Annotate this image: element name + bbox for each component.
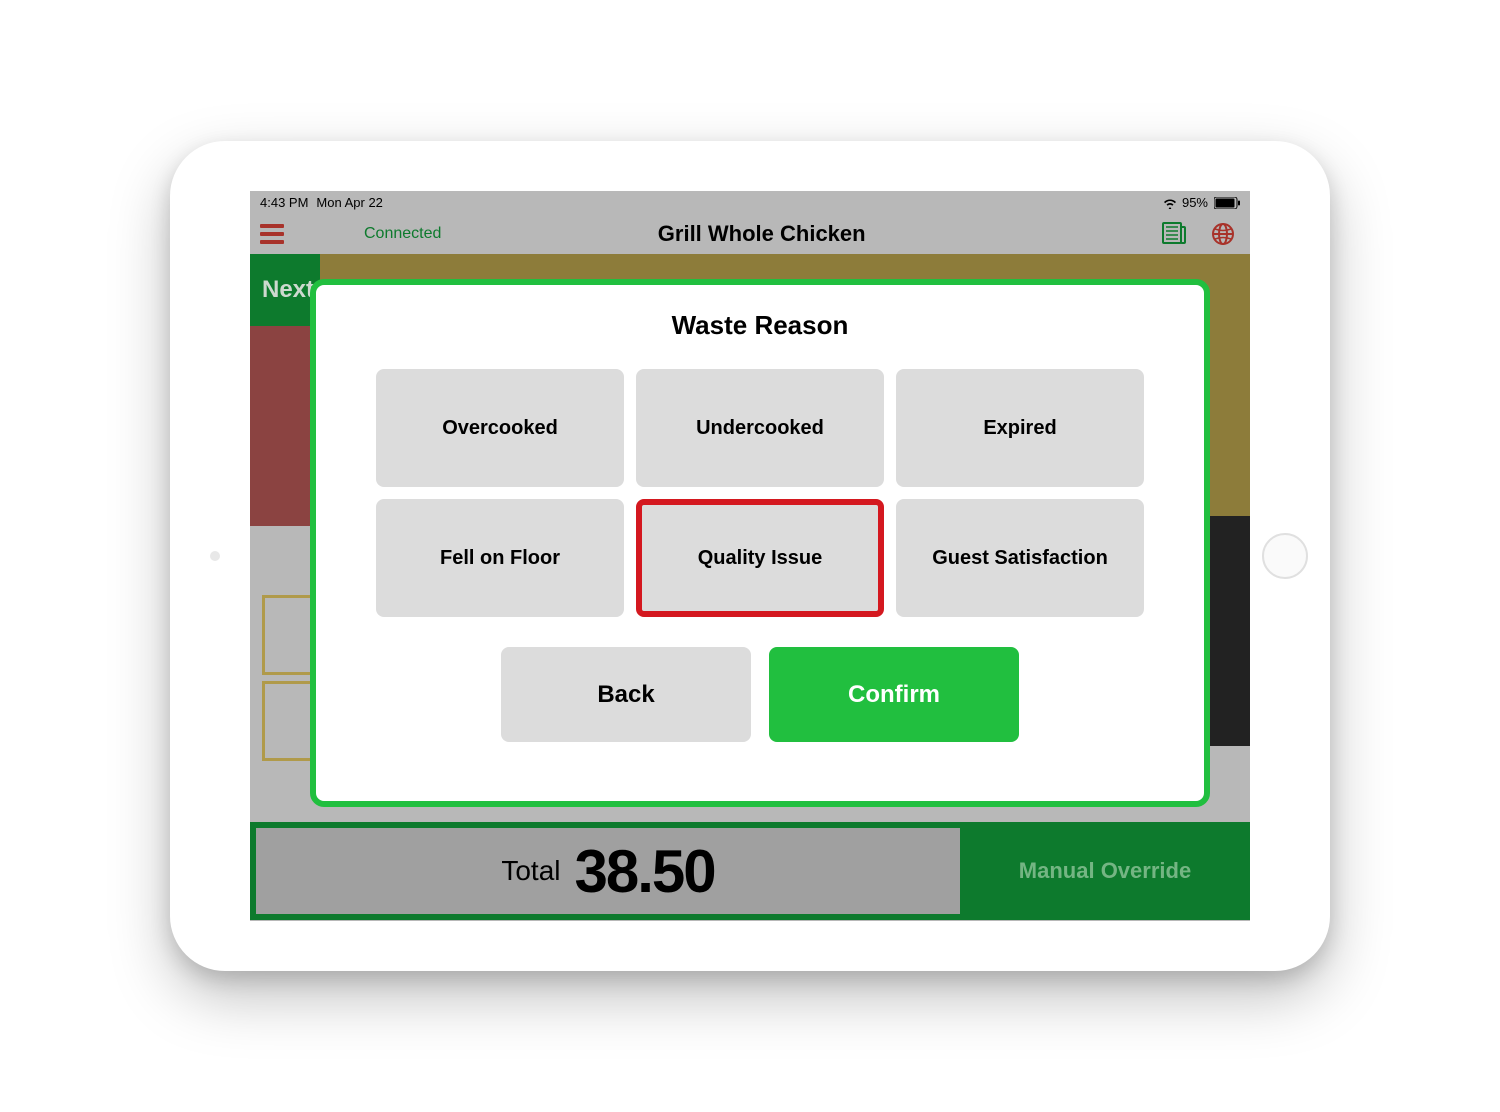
reason-guest-satisfaction[interactable]: Guest Satisfaction: [896, 499, 1144, 617]
waste-reason-modal: Waste Reason Overcooked Undercooked Expi…: [310, 279, 1210, 807]
status-time: 4:43 PM: [260, 195, 308, 210]
globe-icon[interactable]: [1211, 222, 1235, 246]
override-label: Manual Override: [1019, 858, 1191, 884]
manual-override-button[interactable]: Manual Override: [960, 828, 1250, 914]
screen: 4:43 PM Mon Apr 22 95% Connected Grill W…: [250, 191, 1250, 921]
reason-undercooked[interactable]: Undercooked: [636, 369, 884, 487]
home-button[interactable]: [1262, 533, 1308, 579]
reason-fell-on-floor[interactable]: Fell on Floor: [376, 499, 624, 617]
ipad-device-frame: 4:43 PM Mon Apr 22 95% Connected Grill W…: [170, 141, 1330, 971]
status-bar: 4:43 PM Mon Apr 22 95%: [250, 191, 1250, 214]
bottom-bar: Total 38.50 Manual Override: [250, 822, 1250, 920]
menu-icon[interactable]: [260, 224, 284, 244]
confirm-button[interactable]: Confirm: [769, 647, 1019, 742]
page-title: Grill Whole Chicken: [391, 221, 1132, 247]
total-label: Total: [501, 855, 560, 887]
header-bar: Connected Grill Whole Chicken: [250, 214, 1250, 254]
news-icon[interactable]: [1162, 222, 1186, 246]
status-date: Mon Apr 22: [316, 195, 383, 210]
reason-expired[interactable]: Expired: [896, 369, 1144, 487]
reason-quality-issue[interactable]: Quality Issue: [636, 499, 884, 617]
modal-title: Waste Reason: [376, 310, 1144, 341]
back-button[interactable]: Back: [501, 647, 751, 742]
total-value: 38.50: [575, 837, 715, 906]
battery-icon: [1214, 197, 1240, 209]
total-section: Total 38.50: [256, 828, 960, 914]
reason-grid: Overcooked Undercooked Expired Fell on F…: [376, 369, 1144, 617]
reason-overcooked[interactable]: Overcooked: [376, 369, 624, 487]
battery-percent: 95%: [1182, 195, 1208, 210]
wifi-icon: [1162, 197, 1178, 209]
camera-dot: [210, 551, 220, 561]
